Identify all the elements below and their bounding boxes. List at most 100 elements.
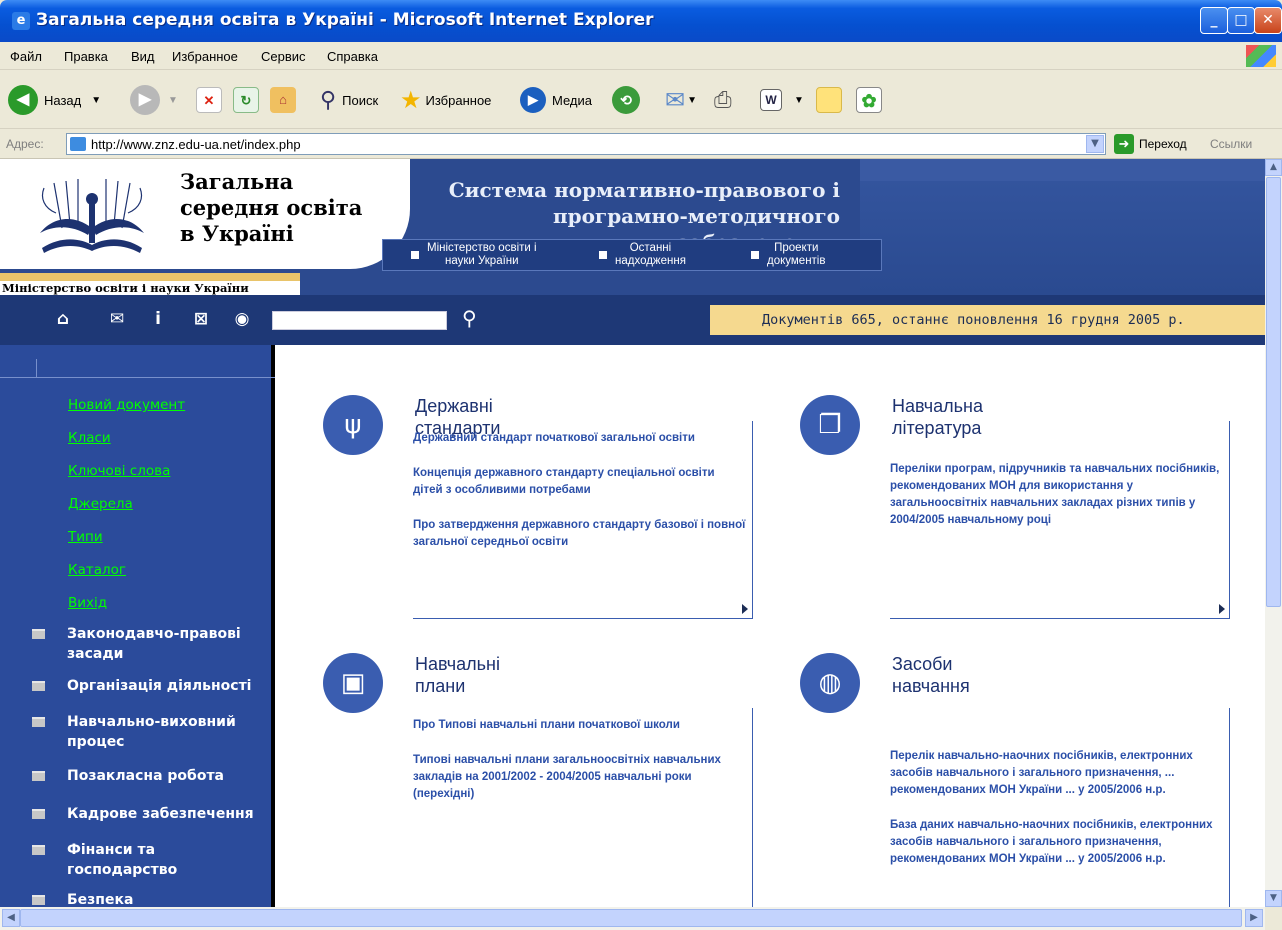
minimize-button[interactable]: _: [1200, 7, 1228, 34]
search-button[interactable]: ⚲ Поиск: [320, 82, 378, 118]
document-link[interactable]: Перелік навчально-наочних посібників, ел…: [890, 748, 1229, 799]
sidebar-link-catalog[interactable]: Каталог: [68, 562, 126, 578]
sidebar-category-safety[interactable]: Безпека: [32, 890, 133, 907]
bullet-icon: [411, 251, 419, 259]
sidebar-link-sources[interactable]: Джерела: [68, 496, 133, 512]
emblem-icon: [40, 179, 144, 253]
menu-view[interactable]: Вид: [131, 49, 155, 64]
site-title-line: в Україні: [180, 221, 294, 246]
category-label: Законодавчо-правові: [67, 626, 241, 642]
sidebar-category-finance[interactable]: Фінанси та господарство: [32, 840, 177, 880]
scroll-thumb[interactable]: [1266, 177, 1281, 607]
edit-button[interactable]: W ▼: [760, 82, 804, 118]
menu-favorites[interactable]: Избранное: [172, 49, 238, 64]
vertical-scrollbar[interactable]: ▲ ▼: [1265, 159, 1282, 907]
address-label: Адрес:: [6, 137, 44, 151]
nav-drafts[interactable]: Проекти документів: [751, 242, 825, 268]
nav-latest[interactable]: Останні надходження: [599, 242, 686, 268]
menu-bar: Файл Правка Вид Избранное Сервис Справка: [0, 42, 1282, 70]
maximize-button[interactable]: □: [1227, 7, 1255, 34]
chevron-down-icon: ▼: [687, 94, 698, 106]
horizontal-scrollbar[interactable]: ◀ ▶: [0, 907, 1265, 930]
info-icon[interactable]: i: [147, 309, 169, 329]
sidebar-category-legal[interactable]: Законодавчо-правові засади: [32, 624, 241, 664]
forward-button[interactable]: ▶ ▼: [130, 82, 178, 118]
links-button[interactable]: Ссылки: [1210, 137, 1252, 151]
update-status: Документів 665, останнє поновлення 16 гр…: [710, 305, 1265, 335]
mail-button[interactable]: ✉ ▼: [665, 82, 697, 118]
scroll-down-icon[interactable]: ▼: [1265, 890, 1282, 907]
notes-button[interactable]: [816, 82, 842, 118]
arrow-right-icon[interactable]: [1219, 604, 1225, 614]
menu-tools[interactable]: Сервис: [261, 49, 306, 64]
menu-edit[interactable]: Правка: [64, 49, 108, 64]
home-button[interactable]: ⌂: [270, 82, 296, 118]
scroll-right-icon[interactable]: ▶: [1245, 909, 1263, 927]
document-link[interactable]: Про Типові навчальні плани початкової шк…: [413, 717, 752, 734]
stop-button[interactable]: ✕: [196, 82, 222, 118]
sidebar-link-exit[interactable]: Вихід: [68, 595, 107, 611]
trident-icon: ψ: [323, 395, 383, 455]
address-input[interactable]: http://www.znz.edu-ua.net/index.php ▼: [66, 133, 1106, 155]
nav-label: Останні: [629, 242, 672, 254]
menu-help[interactable]: Справка: [327, 49, 378, 64]
sidebar-category-educational-process[interactable]: Навчально-виховний процес: [32, 712, 236, 752]
word-icon: W: [760, 89, 782, 111]
scroll-up-icon[interactable]: ▲: [1265, 159, 1282, 176]
card-title[interactable]: Засоби навчання: [892, 653, 970, 697]
document-link[interactable]: Концепція державного стандарту спеціальн…: [413, 465, 752, 499]
favorites-button[interactable]: ★ Избранное: [400, 82, 491, 118]
header-accent-strip: [0, 273, 300, 281]
document-link[interactable]: Державний стандарт початкової загальної …: [413, 430, 752, 447]
sidebar-link-keywords[interactable]: Ключові слова: [68, 463, 170, 479]
sidebar-link-new-document[interactable]: Новий документ: [68, 397, 185, 413]
home-icon[interactable]: ⌂: [52, 309, 74, 329]
nav-label: Міністерство освіти і: [427, 242, 537, 254]
refresh-button[interactable]: ↻: [233, 82, 259, 118]
sidebar-category-organization[interactable]: Організація діяльності: [32, 676, 251, 696]
close-button[interactable]: ✕: [1254, 7, 1282, 34]
address-bar: Адрес: http://www.znz.edu-ua.net/index.p…: [0, 129, 1282, 159]
title-bar[interactable]: e Загальна середня освіта в Україні - Mi…: [0, 0, 1282, 42]
arrow-right-icon[interactable]: [742, 604, 748, 614]
card-title[interactable]: Навчальні плани: [415, 653, 545, 697]
scroll-left-icon[interactable]: ◀: [2, 909, 20, 927]
folder-icon: [32, 681, 45, 691]
history-button[interactable]: ⟲: [612, 82, 640, 118]
nav-ministry[interactable]: Міністерство освіти і науки України: [411, 242, 537, 268]
go-button[interactable]: ➜ Переход: [1114, 134, 1187, 154]
sidebar-category-extracurricular[interactable]: Позакласна робота: [32, 766, 224, 786]
book-icon: ❐: [800, 395, 860, 455]
scroll-thumb[interactable]: [20, 909, 1242, 927]
search-icon[interactable]: ⚲: [462, 306, 477, 330]
document-link[interactable]: Типові навчальні плани загальноосвітніх …: [413, 752, 752, 803]
sidebar-category-staffing[interactable]: Кадрове забезпечення: [32, 804, 254, 824]
messenger-button[interactable]: ✿: [856, 82, 882, 118]
category-label: Безпека: [67, 892, 134, 907]
print-button[interactable]: ⎙: [714, 82, 732, 118]
header-band: [860, 159, 1265, 181]
logo-area[interactable]: Загальна середня освіта в Україні: [0, 159, 410, 269]
mail-icon[interactable]: ✉: [106, 309, 128, 329]
site-search-input[interactable]: [272, 311, 447, 330]
sidebar-link-classes[interactable]: Класи: [68, 430, 111, 446]
sidebar: Новий документ Класи Ключові слова Джере…: [0, 345, 275, 907]
header-nav: Міністерство освіти і науки України Остан…: [382, 239, 882, 271]
page-icon: [70, 137, 86, 151]
sidebar-link-types[interactable]: Типи: [68, 529, 103, 545]
main-content: ψ Державні стандарти Державний стандарт …: [279, 345, 1265, 907]
chevron-down-icon[interactable]: ▼: [1086, 135, 1104, 153]
bullet-icon: [751, 251, 759, 259]
folder-icon: [32, 809, 45, 819]
folder-icon: [32, 717, 45, 727]
back-arrow-icon: ◀: [8, 85, 38, 115]
document-link[interactable]: Переліки програм, підручників та навчаль…: [890, 461, 1229, 529]
document-link[interactable]: Про затвердження державного стандарту ба…: [413, 517, 752, 551]
globe-icon[interactable]: ◉: [231, 309, 253, 329]
address-url: http://www.znz.edu-ua.net/index.php: [91, 137, 301, 152]
menu-file[interactable]: Файл: [10, 49, 42, 64]
media-button[interactable]: ▶ Медиа: [520, 82, 592, 118]
back-button[interactable]: ◀ Назад ▼: [8, 82, 101, 118]
sitemap-icon[interactable]: ⊠: [190, 309, 212, 329]
document-link[interactable]: База даних навчально-наочних посібників,…: [890, 817, 1229, 868]
